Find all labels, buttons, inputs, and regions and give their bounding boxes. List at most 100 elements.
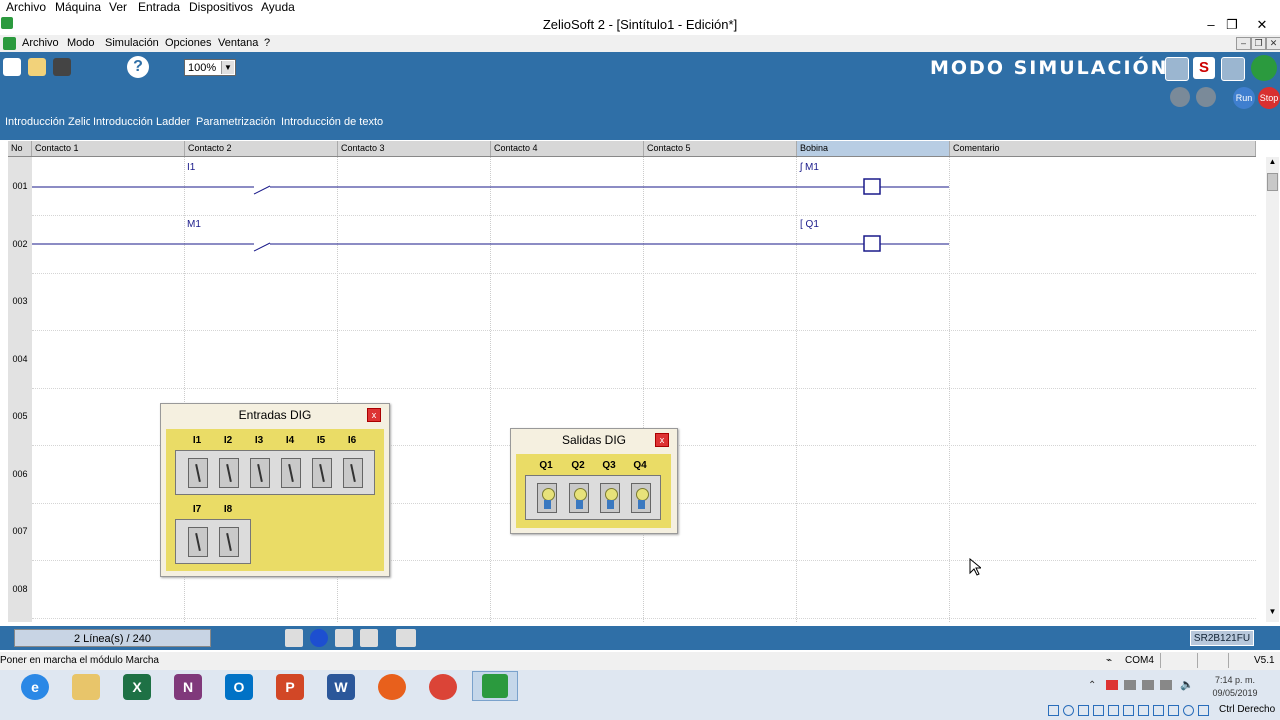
switch-i6[interactable] xyxy=(343,458,363,488)
tab-parametrizacion[interactable]: Parametrización xyxy=(193,116,279,128)
menu-ventana[interactable]: Ventana xyxy=(218,37,258,49)
clock-icon[interactable] xyxy=(335,629,353,647)
host-menu-ayuda[interactable]: Ayuda xyxy=(261,0,295,14)
mdi-restore-icon[interactable]: ❐ xyxy=(1251,37,1266,50)
vm-shared-folder-icon[interactable] xyxy=(1123,705,1134,716)
vm-mouse-icon[interactable] xyxy=(1183,705,1194,716)
mdi-close-icon[interactable]: ✕ xyxy=(1266,37,1280,50)
tray-network-icon[interactable] xyxy=(1106,680,1118,690)
scroll-down-icon[interactable]: ▼ xyxy=(1266,607,1279,621)
menu-opciones[interactable]: Opciones xyxy=(165,37,211,49)
tray-app-icon[interactable] xyxy=(1142,680,1154,690)
input-label: I6 xyxy=(347,435,357,446)
zoom-select[interactable]: 100% ▼ xyxy=(184,59,236,76)
coil-symbol xyxy=(863,178,881,195)
col-contacto-2: Contacto 2 xyxy=(185,141,338,156)
new-file-icon[interactable] xyxy=(3,58,21,76)
clock-time[interactable]: 7:14 p. m. xyxy=(1205,675,1265,685)
run-button[interactable]: Run xyxy=(1233,87,1255,109)
outlook-icon[interactable]: O xyxy=(225,674,253,700)
scroll-up-icon[interactable]: ▲ xyxy=(1266,157,1279,171)
chevron-down-icon[interactable]: ▼ xyxy=(221,61,234,74)
save-icon[interactable] xyxy=(53,58,71,76)
host-menu-dispositivos[interactable]: Dispositivos xyxy=(189,0,253,14)
rung-1-coil-label[interactable]: ʃ M1 xyxy=(800,162,819,173)
mdi-minimize-icon[interactable]: – xyxy=(1236,37,1251,50)
word-icon[interactable]: W xyxy=(327,674,355,700)
supervision-icon[interactable]: S xyxy=(1193,57,1215,79)
outputs-close-button[interactable]: x xyxy=(655,433,669,447)
lamp-icon[interactable] xyxy=(360,629,378,647)
scroll-thumb[interactable] xyxy=(1267,173,1278,191)
vm-keyboard-icon[interactable] xyxy=(1198,705,1209,716)
tab-introduccion-texto[interactable]: Introducción de texto xyxy=(278,116,387,128)
pause-icon[interactable] xyxy=(1170,87,1190,107)
col-no: No xyxy=(8,141,32,156)
switch-i1[interactable] xyxy=(188,458,208,488)
host-menu-entrada[interactable]: Entrada xyxy=(138,0,180,14)
chrome-icon[interactable] xyxy=(429,674,457,700)
vm-audio-icon[interactable] xyxy=(1078,705,1089,716)
vm-optical-icon[interactable] xyxy=(1063,705,1074,716)
tab-introduccion-ladder[interactable]: Introducción Ladder xyxy=(90,116,194,128)
switch-i2[interactable] xyxy=(219,458,239,488)
minimize-icon[interactable]: – xyxy=(1201,17,1221,32)
menu-archivo[interactable]: Archivo xyxy=(22,37,59,49)
zeliosoft-icon xyxy=(482,674,508,698)
vertical-scrollbar[interactable]: ▲ ▼ xyxy=(1266,157,1279,622)
row-number: 004 xyxy=(12,354,28,364)
tray-app-icon[interactable] xyxy=(1124,680,1136,690)
rung-2-contact-label[interactable]: M1 xyxy=(187,219,201,230)
col-bobina: Bobina xyxy=(797,141,950,156)
tab-introduccion-zelio[interactable]: Introducción Zelio xyxy=(2,116,95,128)
power-icon[interactable] xyxy=(1196,87,1216,107)
close-icon[interactable]: ✕ xyxy=(1252,17,1272,33)
menu-simulacion[interactable]: Simulación xyxy=(105,37,159,49)
firefox-icon[interactable] xyxy=(378,674,406,700)
rung-2-coil-label[interactable]: [ Q1 xyxy=(800,219,819,230)
menu-help[interactable]: ? xyxy=(264,37,270,49)
vm-network-icon[interactable] xyxy=(1093,705,1104,716)
clock-date[interactable]: 09/05/2019 xyxy=(1205,688,1265,698)
powerpoint-icon[interactable]: P xyxy=(276,674,304,700)
inputs-close-button[interactable]: x xyxy=(367,408,381,422)
help-icon[interactable]: ? xyxy=(127,56,149,78)
host-menu-archivo[interactable]: Archivo xyxy=(6,0,46,14)
host-menu-ver[interactable]: Ver xyxy=(109,0,127,14)
switch-i4[interactable] xyxy=(281,458,301,488)
switch-bank xyxy=(175,450,375,495)
vm-cpu-icon[interactable] xyxy=(1168,705,1179,716)
rung-1-contact-label[interactable]: I1 xyxy=(187,162,195,173)
vm-usb-icon[interactable] xyxy=(1108,705,1119,716)
monitor-icon[interactable] xyxy=(1165,57,1189,81)
vm-disk-icon[interactable] xyxy=(1048,705,1059,716)
vm-recording-icon[interactable] xyxy=(1153,705,1164,716)
switch-i5[interactable] xyxy=(312,458,332,488)
tray-chevron-icon[interactable]: ⌃ xyxy=(1088,680,1096,691)
internet-explorer-icon[interactable]: e xyxy=(21,674,49,700)
onenote-icon[interactable]: N xyxy=(174,674,202,700)
calendar-icon[interactable] xyxy=(396,629,416,647)
volume-icon[interactable]: 🔈 xyxy=(1180,678,1194,691)
input-sim-icon[interactable] xyxy=(285,629,303,647)
inputs-window[interactable]: Entradas DIG x I1 I2 I3 I4 I5 I6 I7 I8 xyxy=(160,403,390,577)
open-folder-icon[interactable] xyxy=(28,58,46,76)
restore-icon[interactable]: ❐ xyxy=(1222,17,1242,33)
switch-i3[interactable] xyxy=(250,458,270,488)
stop-button[interactable]: Stop xyxy=(1258,87,1280,109)
switch-i7[interactable] xyxy=(188,527,208,557)
search-icon[interactable] xyxy=(1221,57,1245,81)
host-menu-maquina[interactable]: Máquina xyxy=(55,0,101,14)
vm-display-icon[interactable] xyxy=(1138,705,1149,716)
file-explorer-icon[interactable] xyxy=(72,674,100,700)
col-contacto-3: Contacto 3 xyxy=(338,141,491,156)
excel-icon[interactable]: X xyxy=(123,674,151,700)
record-icon[interactable] xyxy=(310,629,328,647)
tray-app-icon[interactable] xyxy=(1160,680,1172,690)
switch-i8[interactable] xyxy=(219,527,239,557)
outputs-window[interactable]: Salidas DIG x Q1 Q2 Q3 Q4 xyxy=(510,428,678,534)
outputs-window-title: Salidas DIG xyxy=(561,433,627,447)
contact-no-symbol xyxy=(253,185,271,195)
menu-modo[interactable]: Modo xyxy=(67,37,95,49)
zeliosoft-taskbar-button[interactable] xyxy=(472,671,518,701)
